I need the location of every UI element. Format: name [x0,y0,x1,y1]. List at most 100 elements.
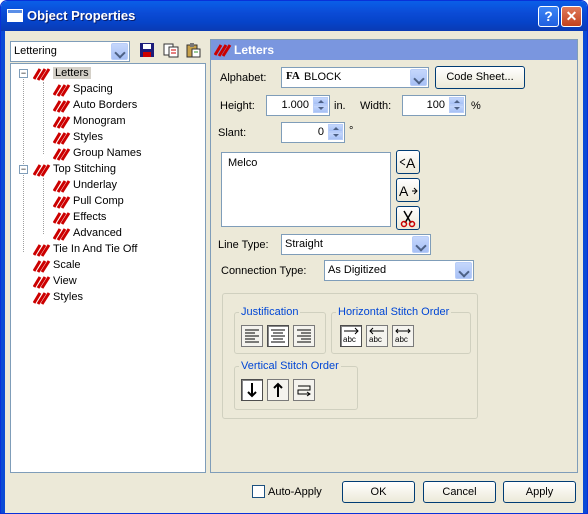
font-icon: FA [286,70,300,82]
spin-down-icon[interactable] [449,105,464,113]
tree-item-label: Spacing [73,83,113,95]
code-sheet-button[interactable]: Code Sheet... [435,66,525,89]
insert-left-button[interactable]: A [396,150,420,174]
tree-item-label: Styles [73,131,103,143]
cancel-button[interactable]: Cancel [423,481,496,503]
spin-up-icon[interactable] [313,97,328,105]
lettering-icon [33,292,51,305]
chevron-down-icon[interactable] [455,262,472,279]
justify-center-button[interactable] [267,325,289,347]
sample-text: abc [395,335,408,344]
auto-apply-checkbox[interactable] [252,485,265,498]
lettering-icon [53,84,71,97]
spin-up-icon[interactable] [328,124,343,132]
cut-button[interactable] [396,206,420,230]
tree-item-label: Letters [53,67,91,79]
svg-text:A: A [399,183,409,199]
chevron-down-icon[interactable] [410,69,427,86]
arrow-left-letter-icon: A [399,155,416,171]
tree-item-label: Monogram [73,115,126,127]
justify-left-button[interactable] [241,325,263,347]
connection-type-value: As Digitized [328,264,387,276]
lettering-icon [214,44,232,57]
save-icon[interactable] [139,42,155,58]
tree-item-label: Advanced [73,227,122,239]
alphabet-label: Alphabet: [220,72,267,84]
slant-unit: ° [349,125,354,137]
width-spinner[interactable]: 100 [402,95,466,116]
align-right-icon [297,329,311,343]
horizontal-center-out-button[interactable]: abc [392,325,414,347]
arrow-down-icon [247,383,257,398]
collapse-letters-icon[interactable]: − [19,69,28,78]
window-frame-right [583,31,587,513]
auto-apply-label: Auto-Apply [268,486,322,498]
tree-item-label: Underlay [73,179,118,191]
category-select[interactable]: Lettering [10,41,130,62]
justification-title: Justification [239,306,301,318]
chevron-down-icon[interactable] [111,43,128,60]
lettering-icon [33,244,51,257]
lettering-icon [53,228,71,241]
width-label: Width: [360,100,392,112]
lettering-icon [53,132,71,145]
title-bar[interactable]: Object Properties ? ✕ [1,1,587,31]
lettering-icon [33,276,51,289]
apply-button[interactable]: Apply [503,481,576,503]
tree-item-label: Group Names [73,147,142,159]
tree-item-label: Auto Borders [73,99,138,111]
window-icon [7,9,23,22]
alphabet-select[interactable]: FA BLOCK [281,67,429,88]
align-left-icon [245,329,259,343]
spin-down-icon[interactable] [313,105,328,113]
lettering-icon [33,260,51,273]
panel-header: Letters [211,40,577,60]
chevron-down-icon[interactable] [412,236,429,253]
horizontal-right-to-left-button[interactable]: abc [366,325,388,347]
collapse-top-stitching-icon[interactable]: − [19,165,28,174]
vertical-alternate-button[interactable] [293,379,315,401]
height-value: 1.000 [281,99,309,111]
category-select-value: Lettering [14,45,57,57]
alternate-order-icon [297,385,311,397]
svg-text:A: A [406,155,416,171]
height-spinner[interactable]: 1.000 [266,95,330,116]
slant-label: Slant: [218,127,247,139]
lettering-text-value: Melco [228,157,258,169]
copy-properties-icon[interactable] [163,42,179,58]
property-tree[interactable]: − − Letters Spacing Auto Borders Monogra… [10,63,206,473]
slant-spinner[interactable]: 0 [281,122,345,143]
width-unit: % [471,100,481,112]
sample-text: abc [369,335,382,344]
lettering-icon [53,100,71,113]
justify-right-button[interactable] [293,325,315,347]
spin-down-icon[interactable] [328,132,343,140]
line-type-select[interactable]: Straight [281,234,431,255]
height-label: Height: [220,100,255,112]
slant-value: 0 [317,126,324,138]
connection-type-select[interactable]: As Digitized [324,260,474,281]
spin-up-icon[interactable] [449,97,464,105]
tree-item-label: Styles [53,291,83,303]
help-button[interactable]: ? [538,6,559,27]
tree-item-label: View [53,275,77,287]
close-button[interactable]: ✕ [561,6,582,27]
horizontal-order-title: Horizontal Stitch Order [336,306,452,318]
line-type-value: Straight [285,238,323,250]
align-center-icon [271,329,285,343]
panel-title: Letters [234,43,275,57]
lettering-icon [53,196,71,209]
ok-button[interactable]: OK [342,481,415,503]
tree-item-label: Scale [53,259,81,271]
horizontal-left-to-right-button[interactable]: abc [340,325,362,347]
letter-arrow-right-icon: A [399,183,418,199]
paste-properties-icon[interactable] [185,42,201,58]
insert-right-button[interactable]: A [396,178,420,202]
lettering-icon [53,212,71,225]
vertical-top-to-bottom-button[interactable] [241,379,263,401]
vertical-bottom-to-top-button[interactable] [267,379,289,401]
lettering-text-input[interactable]: Melco [221,152,391,227]
window-title: Object Properties [27,8,136,23]
tree-item-label: Effects [73,211,107,223]
tree-item-label: Top Stitching [53,163,116,175]
